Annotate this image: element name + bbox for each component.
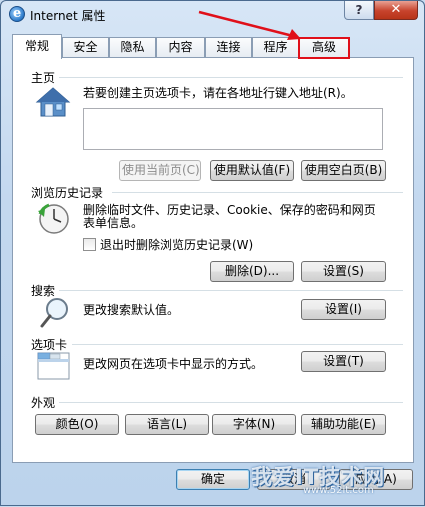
search-description: 更改搜索默认值。 [83,303,180,317]
languages-button[interactable]: 语言(L) [125,414,209,435]
history-description-line1: 删除临时文件、历史记录、Cookie、保存的密码和网页 [83,203,376,217]
accessibility-button[interactable]: 辅助功能(E) [301,414,386,435]
tabs-description: 更改网页在选项卡中显示的方式。 [83,357,264,371]
use-default-button[interactable]: 使用默认值(F) [210,160,294,181]
tabbed-window-icon [37,352,70,380]
history-description-line2: 表单信息。 [83,216,144,230]
search-divider [59,290,403,291]
house-icon [35,87,71,117]
watermark-url: www.52it.com [303,485,374,496]
general-tab-panel: 主页 若要创建主页选项卡，请在各地址行键入地址(R)。 使用当前页(C) 使用默… [12,57,414,463]
history-clock-icon [38,203,69,234]
ok-button[interactable]: 确定 [176,469,250,490]
appearance-section-title: 外观 [31,396,56,410]
homepage-address-input[interactable] [83,108,383,150]
use-current-button[interactable]: 使用当前页(C) [119,160,201,181]
tabs-divider [72,344,403,345]
colors-button[interactable]: 颜色(O) [35,414,119,435]
search-settings-button[interactable]: 设置(I) [301,299,386,320]
history-settings-button[interactable]: 设置(S) [301,261,386,282]
history-section-title: 浏览历史记录 [31,186,104,200]
homepage-section-title: 主页 [31,71,56,85]
internet-options-window: Internet 属性 ? ✕ 常规 安全 隐私 内容 连接 程序 高级 主页 … [0,0,425,506]
homepage-divider [59,77,403,78]
delete-history-button[interactable]: 删除(D)... [210,261,294,282]
use-blank-button[interactable]: 使用空白页(B) [301,160,386,181]
history-divider [112,192,403,193]
fonts-button[interactable]: 字体(N) [212,414,296,435]
tabs-settings-button[interactable]: 设置(T) [301,351,386,372]
delete-on-exit-label[interactable]: 退出时删除浏览历史记录(W) [100,238,253,252]
delete-on-exit-checkbox[interactable] [83,238,96,251]
appearance-divider [59,402,403,403]
magnifier-icon [40,298,68,328]
homepage-description: 若要创建主页选项卡，请在各地址行键入地址(R)。 [83,86,353,100]
red-arrow-annotation [198,10,301,40]
